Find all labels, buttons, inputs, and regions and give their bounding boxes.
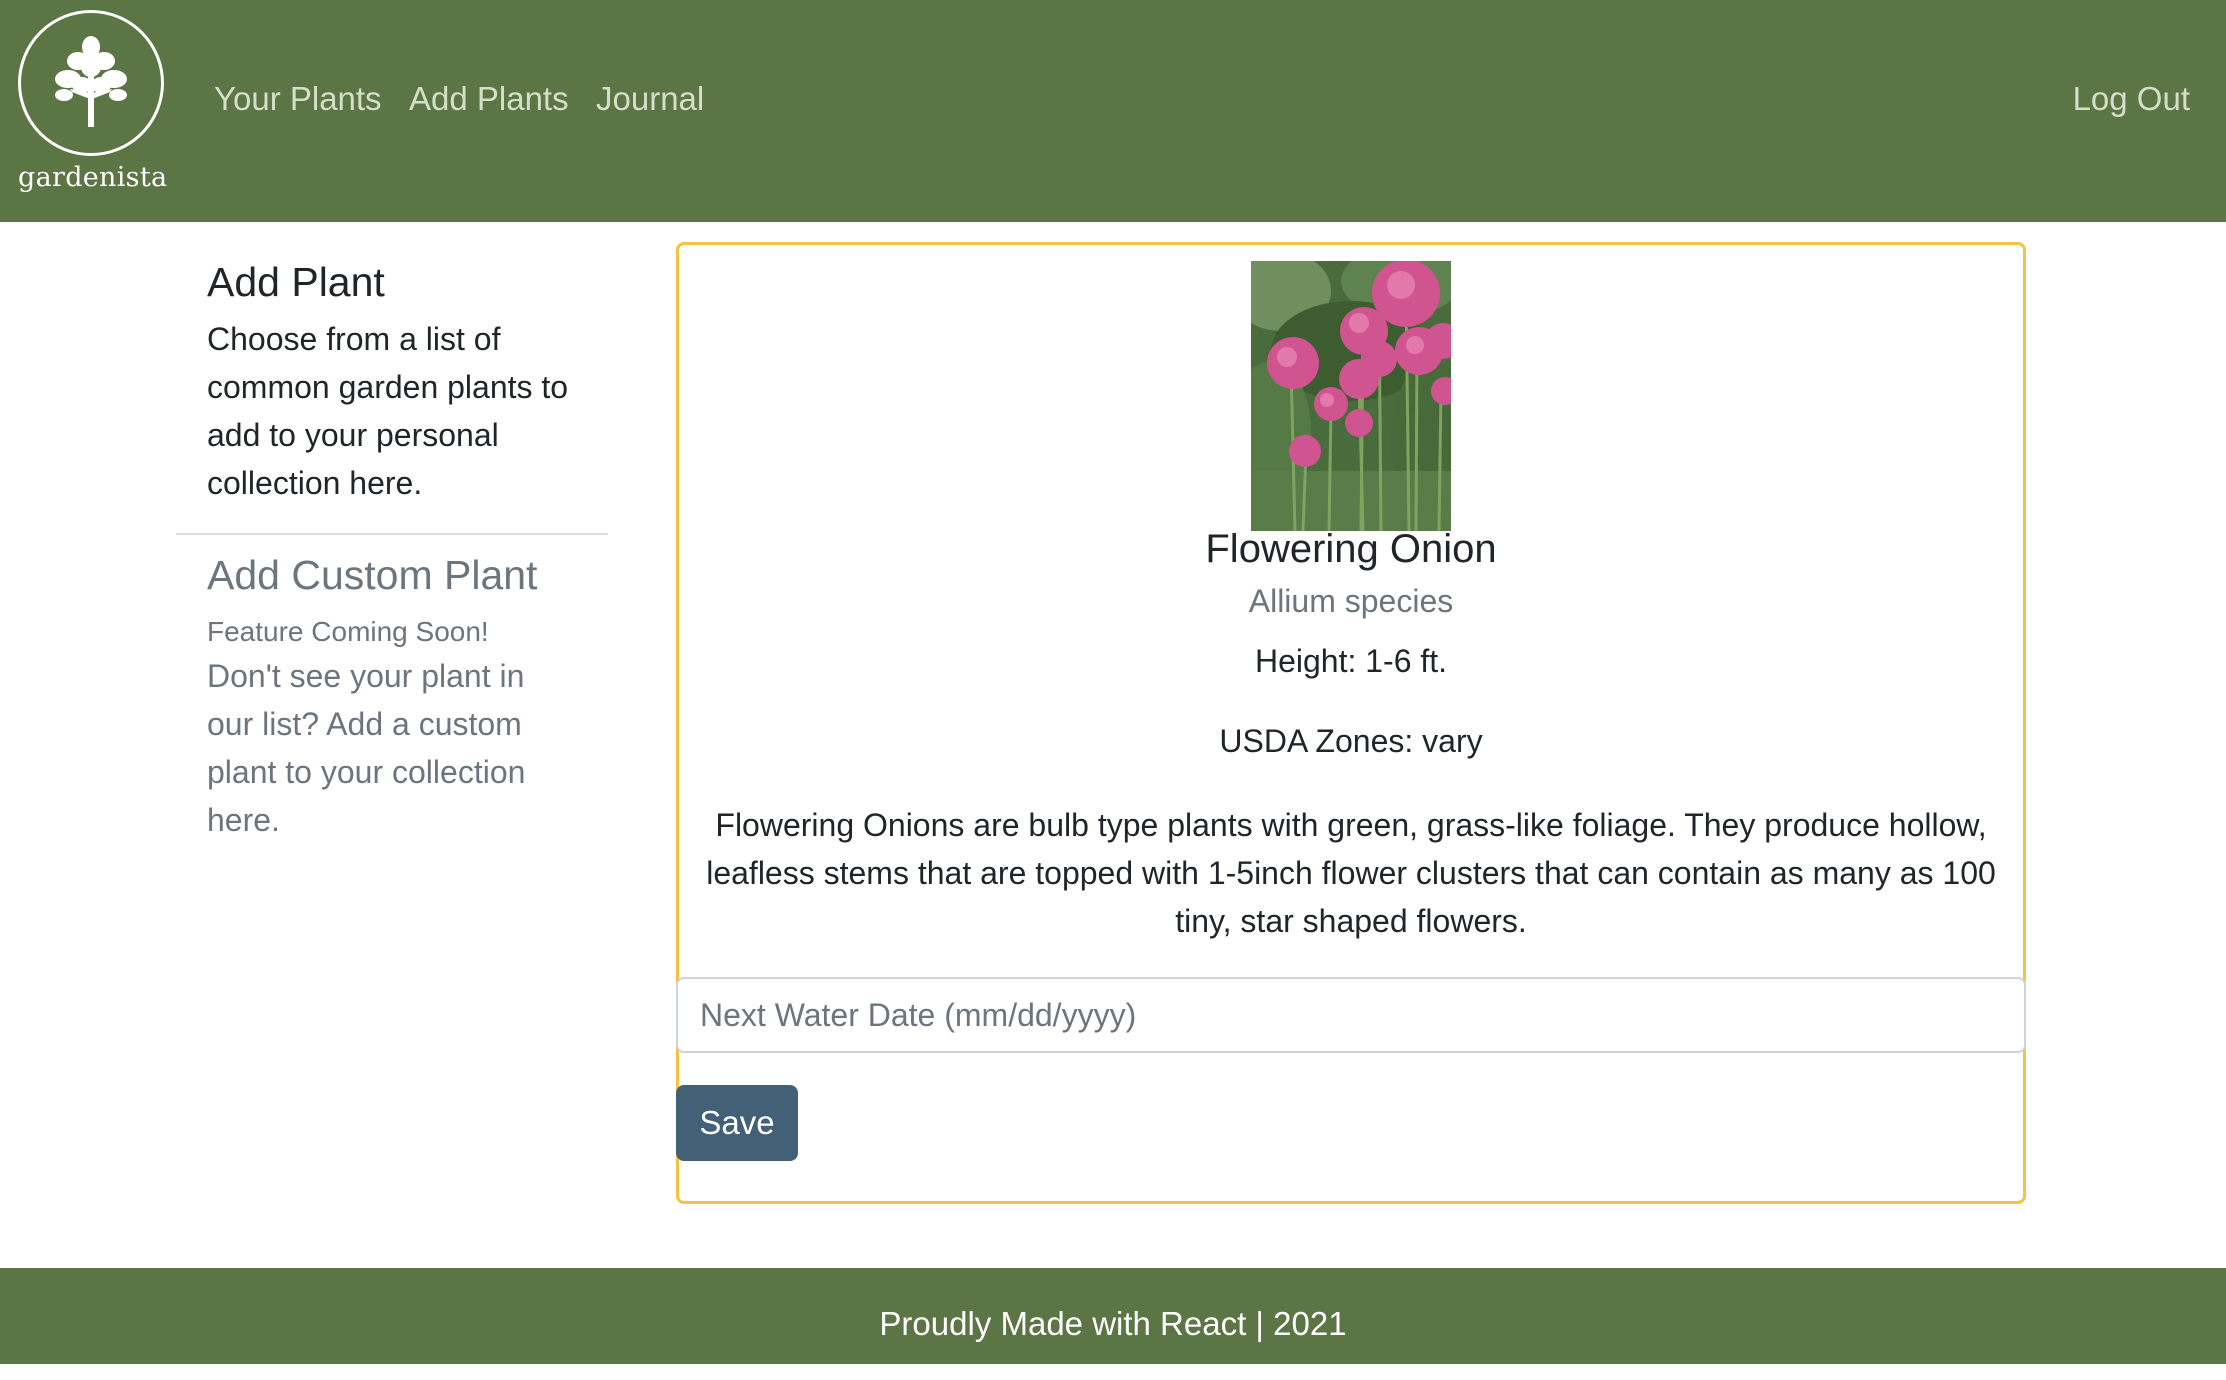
logout-link[interactable]: Log Out (2073, 80, 2190, 118)
nav-journal[interactable]: Journal (596, 80, 704, 118)
brand-logo-link[interactable]: gardenista (18, 10, 168, 200)
logo-circle (18, 10, 164, 156)
plant-height: Height: 1-6 ft. (1254, 643, 1448, 679)
sidebar-divider (176, 533, 608, 536)
save-button[interactable]: Save (676, 1085, 798, 1161)
next-water-date-input[interactable] (676, 977, 2026, 1053)
plant-usda-zones: USDA Zones: vary (1219, 723, 1483, 759)
add-plant-description: Choose from a list of common garden plan… (207, 321, 569, 502)
plant-scientific-name: Allium species (1248, 583, 1454, 619)
add-custom-plant-description: Don't see your plant in our list? Add a … (207, 658, 526, 839)
add-custom-plant-section: Add Custom Plant Feature Coming Soon! Do… (176, 551, 608, 844)
top-navbar: gardenista Your Plants Add Plants Journa… (0, 0, 2226, 222)
footer: Proudly Made with React | 2021 (0, 1268, 2226, 1364)
coming-soon-note: Feature Coming Soon! (207, 616, 489, 648)
sidebar: Add Plant Choose from a list of common g… (176, 240, 608, 844)
plant-card: Flowering Onion Allium species Height: 1… (676, 242, 2026, 1204)
plant-name: Flowering Onion (1205, 527, 1497, 571)
add-plant-section[interactable]: Add Plant Choose from a list of common g… (176, 240, 608, 507)
plant-description: Flowering Onions are bulb type plants wi… (706, 807, 1996, 939)
flowering-onion-photo (1251, 261, 1451, 531)
footer-text: Proudly Made with React | 2021 (879, 1305, 1347, 1342)
nav-your-plants[interactable]: Your Plants (214, 80, 382, 118)
nav-add-plants[interactable]: Add Plants (409, 80, 569, 118)
brand-name: gardenista (18, 162, 168, 193)
add-plant-title: Add Plant (207, 259, 385, 305)
tree-icon (55, 36, 127, 127)
add-custom-plant-title: Add Custom Plant (207, 552, 538, 599)
